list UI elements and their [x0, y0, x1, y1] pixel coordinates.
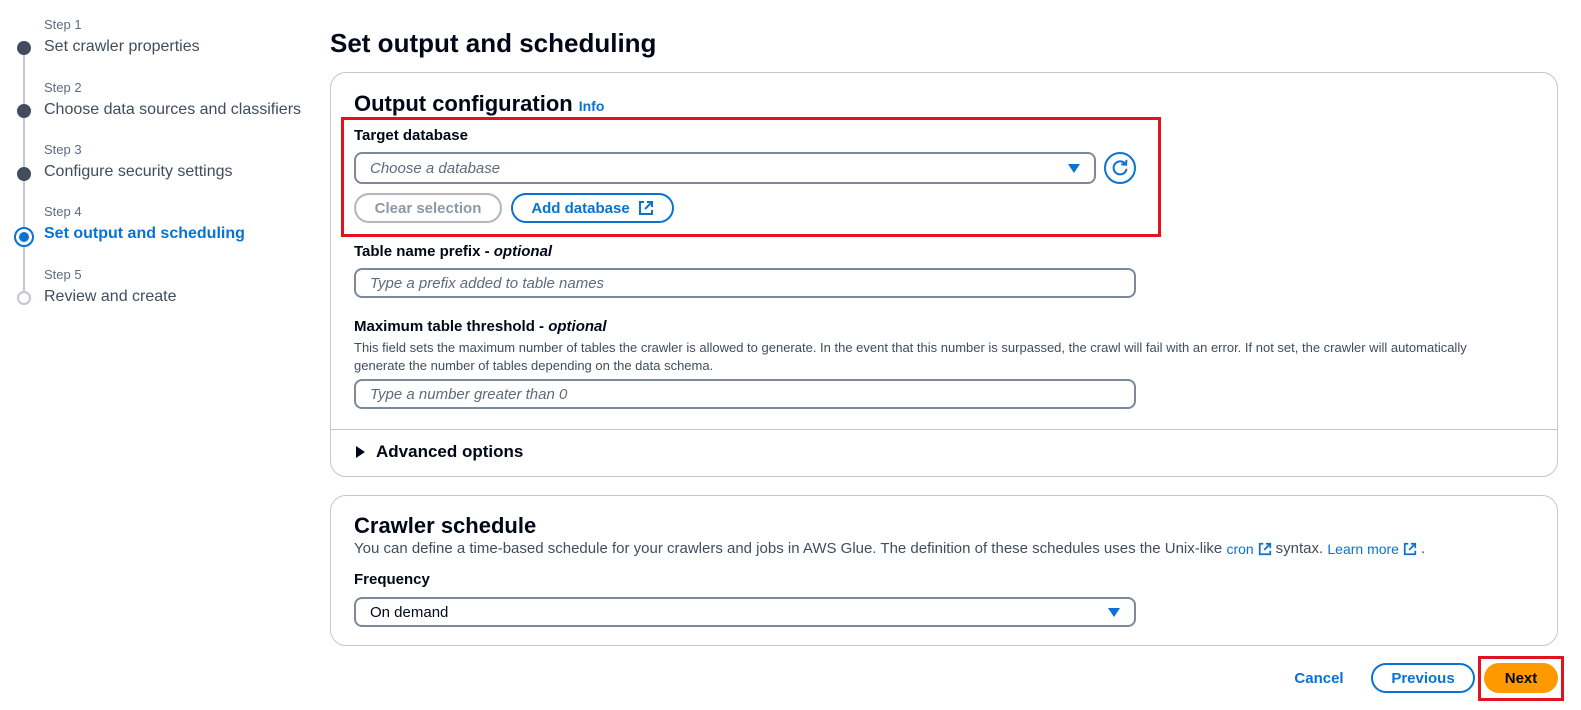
step-title[interactable]: Set crawler properties: [44, 38, 200, 56]
refresh-icon: [1112, 159, 1128, 176]
refresh-button[interactable]: [1104, 152, 1136, 184]
step-number: Step 5: [44, 267, 82, 282]
caret-down-icon: [1108, 608, 1120, 617]
external-link-icon: [1258, 542, 1271, 555]
target-database-select[interactable]: Choose a database: [354, 152, 1096, 184]
max-threshold-description: This field sets the maximum number of ta…: [354, 340, 1467, 373]
step-complete-icon: [17, 167, 31, 181]
label-text: Table name prefix -: [354, 243, 494, 260]
advanced-options-label: Advanced options: [376, 442, 524, 461]
step-complete-icon: [17, 41, 31, 55]
output-configuration-card: Output configuration Info Target database…: [330, 72, 1558, 477]
description-text: .: [1420, 540, 1426, 557]
step-title[interactable]: Configure security settings: [44, 163, 233, 181]
step-3[interactable]: Step 3 Configure security settings: [0, 135, 320, 195]
step-1[interactable]: Step 1 Set crawler properties: [0, 10, 320, 70]
description-text: You can define a time-based schedule for…: [354, 540, 1223, 557]
step-2[interactable]: Step 2 Choose data sources and classifie…: [0, 72, 320, 132]
step-5: Step 5 Review and create: [0, 260, 320, 320]
frequency-label: Frequency: [354, 571, 430, 588]
info-link[interactable]: Info: [579, 98, 605, 114]
step-number: Step 4: [44, 204, 82, 219]
table-prefix-input[interactable]: Type a prefix added to table names: [354, 268, 1136, 298]
external-link-icon: [1403, 542, 1417, 555]
max-threshold-label: Maximum table threshold - optional: [354, 318, 607, 335]
table-prefix-label: Table name prefix - optional: [354, 243, 552, 260]
advanced-options-toggle[interactable]: Advanced options: [356, 442, 523, 462]
add-database-button[interactable]: Add database: [511, 193, 674, 223]
select-placeholder: Choose a database: [370, 159, 501, 177]
section-divider: [331, 429, 1557, 430]
page-title: Set output and scheduling: [330, 28, 657, 58]
crawler-schedule-title: Crawler schedule: [354, 513, 537, 538]
input-placeholder: Type a number greater than 0: [370, 385, 568, 403]
external-link-icon: [638, 201, 653, 215]
step-number: Step 3: [44, 142, 82, 157]
frequency-select[interactable]: On demand: [354, 597, 1136, 627]
optional-tag: optional: [493, 243, 553, 260]
add-database-label: Add database: [531, 199, 630, 217]
card-heading: Output configuration: [354, 91, 573, 116]
output-configuration-title: Output configuration Info: [354, 91, 604, 117]
step-complete-icon: [17, 104, 31, 118]
input-placeholder: Type a prefix added to table names: [370, 274, 605, 292]
step-title[interactable]: Choose data sources and classifiers: [44, 101, 301, 119]
wizard-steps: Step 1 Set crawler properties Step 2 Cho…: [0, 0, 320, 330]
description-text: syntax.: [1275, 540, 1324, 557]
optional-tag: optional: [548, 318, 607, 335]
target-database-label: Target database: [354, 127, 468, 144]
learn-more-link[interactable]: Learn more: [1327, 541, 1421, 557]
caret-down-icon: [1068, 164, 1080, 173]
cron-link-label: cron: [1226, 540, 1254, 557]
crawler-schedule-card: Crawler schedule You can define a time-b…: [330, 495, 1558, 646]
label-text: Maximum table threshold -: [354, 318, 549, 335]
step-number: Step 1: [44, 17, 82, 32]
step-pending-icon: [17, 291, 31, 305]
schedule-description: You can define a time-based schedule for…: [354, 540, 1425, 557]
learn-more-label: Learn more: [1327, 540, 1399, 557]
max-threshold-input[interactable]: Type a number greater than 0: [354, 379, 1136, 409]
step-title[interactable]: Set output and scheduling: [44, 225, 245, 243]
previous-button[interactable]: Previous: [1371, 663, 1475, 693]
step-number: Step 2: [44, 80, 82, 95]
select-value: On demand: [370, 603, 449, 621]
cron-link[interactable]: cron: [1226, 541, 1275, 557]
next-button[interactable]: Next: [1484, 663, 1558, 693]
step-title: Review and create: [44, 288, 177, 305]
step-current-icon: [14, 227, 34, 247]
step-4[interactable]: Step 4 Set output and scheduling: [0, 197, 320, 257]
caret-right-icon: [356, 446, 365, 458]
cancel-button[interactable]: Cancel: [1284, 663, 1354, 693]
clear-selection-button[interactable]: Clear selection: [354, 193, 502, 223]
